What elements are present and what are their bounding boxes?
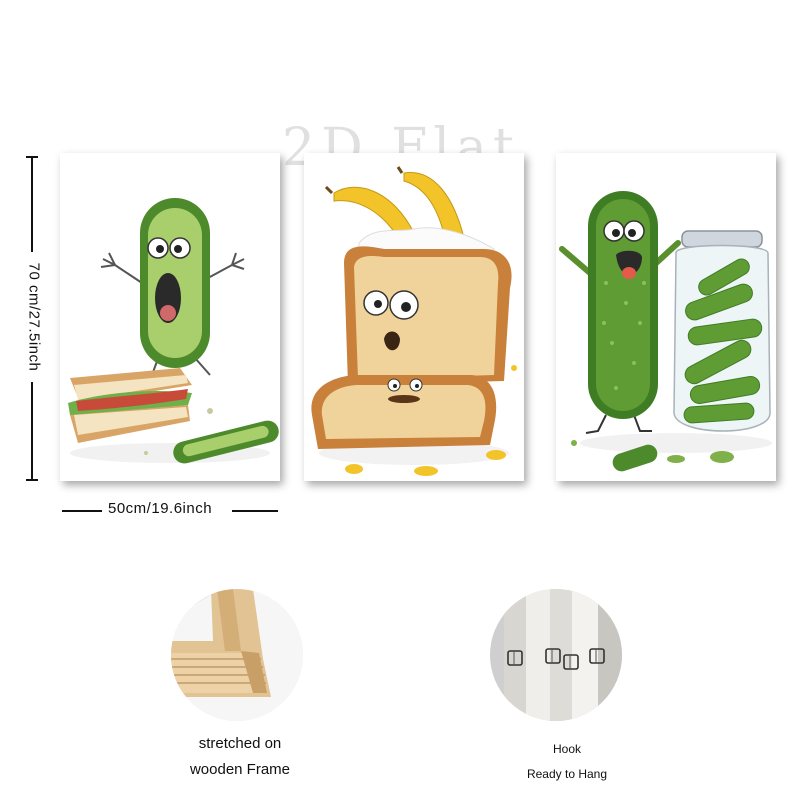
hook-caption-line1: Hook <box>552 742 581 756</box>
height-dimension-label: 70 cm/27.5inch <box>25 262 43 372</box>
height-dimension-line-bottom <box>31 382 33 480</box>
wooden-frame-caption-line1: stretched on <box>198 735 282 752</box>
canvas-panel-toast-bananas[interactable] <box>304 153 524 481</box>
canvas-panel-cucumber-sandwich[interactable] <box>60 153 280 481</box>
width-dimension-line-left <box>62 510 102 512</box>
hook-caption: Hook Ready to Hang <box>497 737 637 787</box>
wooden-frame-caption-line2: wooden Frame <box>189 761 291 778</box>
wooden-frame-photo <box>171 589 303 721</box>
wooden-frame-caption: stretched on wooden Frame <box>170 731 310 783</box>
hook-photo <box>490 589 622 721</box>
hook-caption-line2: Ready to Hang <box>526 767 608 781</box>
canvas-panel-pickle-jar[interactable] <box>556 153 776 481</box>
toast-bananas-illustration <box>311 166 517 476</box>
height-dimension-line-top <box>31 157 33 252</box>
height-dimension-cap-bottom <box>26 479 38 481</box>
width-dimension-label: 50cm/19.6inch <box>108 500 213 517</box>
width-dimension-line-right <box>232 510 278 512</box>
cucumber-sandwich-illustration <box>68 198 279 464</box>
pickle-jar-illustration <box>559 191 772 472</box>
